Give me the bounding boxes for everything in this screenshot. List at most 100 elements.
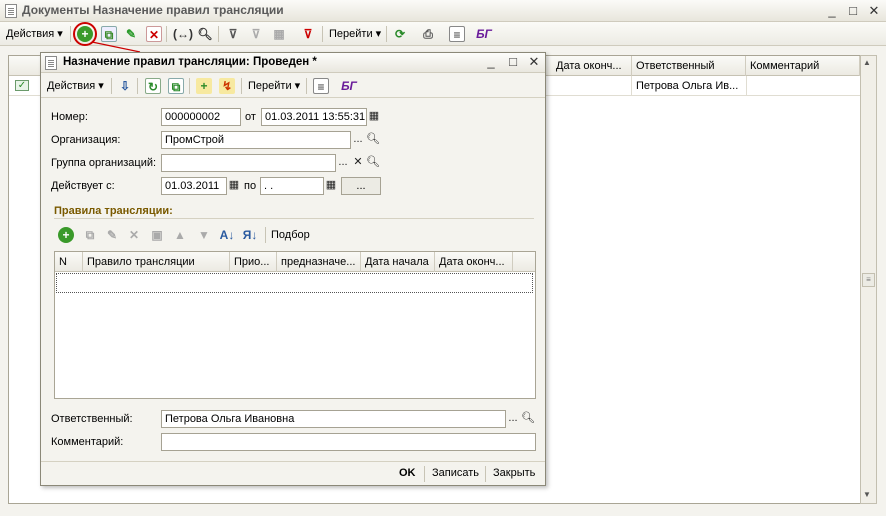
document-dialog: Назначение правил трансляции: Проведен *… [40,52,546,486]
rules-section-title: Правила трансляции: [54,205,173,217]
scroll-thumb[interactable]: ≡ [862,273,875,287]
column-header[interactable]: Дата оконч... [435,252,513,272]
find-icon[interactable]: 🔍︎ [197,26,213,42]
filter-icon[interactable]: ⊽ [225,26,241,42]
delete-row-icon[interactable]: ✕ [126,227,142,243]
close-button[interactable]: Закрыть [489,464,539,482]
column-header[interactable]: Дата начала [361,252,435,272]
close-icon[interactable]: ✕ [866,3,882,19]
brand-icon[interactable]: БГ [339,78,359,94]
table-cell-divider [746,76,747,96]
comment-field[interactable] [161,433,536,451]
move-down-icon[interactable]: ▼ [196,227,212,243]
filter-list-icon[interactable]: ▦ [271,26,287,42]
copy-doc-icon[interactable]: ⧉ [168,78,184,94]
maximize-icon[interactable]: □ [845,3,861,19]
column-header[interactable]: Прио... [230,252,277,272]
responsible-field[interactable]: Петрова Ольга Ивановна [161,410,506,428]
copy-row-icon[interactable]: ⧉ [82,227,98,243]
number-label: Номер: [51,111,88,123]
number-field[interactable]: 000000002 [161,108,241,126]
move-up-icon[interactable]: ▲ [172,227,188,243]
organization-field[interactable]: ПромСтрой [161,131,351,149]
refresh-icon[interactable]: ⟳ [392,26,408,42]
responsible-label: Ответственный: [51,413,133,425]
actions-menu[interactable]: Действия ▾ [6,27,63,40]
select-button[interactable]: ... [506,410,520,428]
table-cell: Петрова Ольга Ив... [636,80,739,92]
close-icon[interactable]: ✕ [526,54,542,70]
based-on-icon[interactable]: + [196,78,212,94]
organization-label: Организация: [51,134,121,146]
dialog-title: Назначение правил трансляции: Проведен * [63,56,317,68]
valid-to-field[interactable]: . . [260,177,324,195]
save-button[interactable]: Записать [428,464,483,482]
select-button[interactable]: ... [336,154,350,172]
period-button[interactable]: ... [341,177,381,195]
separator [306,78,307,94]
print-icon[interactable]: ⎙ [420,26,436,42]
separator [70,26,71,42]
dialog-actions-menu[interactable]: Действия ▾ [47,79,104,92]
divider [54,218,534,219]
org-group-label: Группа организаций: [51,157,157,169]
edit-row-icon[interactable]: ✎ [104,227,120,243]
structure-icon[interactable]: ↯ [219,78,235,94]
list-icon[interactable]: ≡ [313,78,329,94]
open-icon[interactable]: 🔍︎ [366,131,380,149]
post-icon[interactable]: ⇩ [117,78,133,94]
minimize-icon[interactable]: _ [483,54,499,70]
maximize-icon[interactable]: □ [505,54,521,70]
dialog-toolbar: Действия ▾ ⇩ ↻ ⧉ + ↯ Перейти ▾ ≡ БГ [41,74,545,98]
clear-filter-icon[interactable]: ⊽ [300,26,316,42]
column-header[interactable]: Правило трансляции [83,252,230,272]
filter-value-icon[interactable]: ⊽ [248,26,264,42]
column-header[interactable]: Комментарий [746,56,860,76]
column-header[interactable]: Ответственный [632,56,746,76]
brand-icon[interactable]: БГ [474,26,494,42]
add-row-icon[interactable]: + [58,227,74,243]
calendar-icon[interactable]: ▦ [367,108,381,126]
toggle-icon[interactable]: (↔) [173,26,193,42]
open-icon[interactable]: 🔍︎ [521,410,535,428]
rules-table: N Правило трансляции Прио... предназначе… [54,251,536,399]
goto-menu[interactable]: Перейти ▾ [329,27,381,40]
document-icon [5,4,17,18]
sort-desc-icon[interactable]: Я↓ [242,227,258,243]
scroll-down-icon[interactable]: ▼ [863,490,871,499]
column-header[interactable]: N [55,252,83,272]
column-header[interactable]: предназначе... [277,252,361,272]
table-cell [552,76,632,96]
date-field[interactable]: 01.03.2011 13:55:31 [261,108,367,126]
table-header: N Правило трансляции Прио... предназначе… [55,252,535,272]
select-button[interactable]: ... [351,131,365,149]
separator [189,78,190,94]
ok-button[interactable]: OK [395,464,420,482]
list-icon[interactable]: ≡ [449,26,465,42]
dialog-goto-menu[interactable]: Перейти ▾ [248,79,300,92]
reload-icon[interactable]: ↻ [145,78,161,94]
posted-doc-icon: ✓ [15,80,29,91]
table-row[interactable] [56,273,533,293]
from-label: от [245,111,256,123]
sort-asc-icon[interactable]: A↓ [219,227,235,243]
separator [322,26,323,42]
valid-from-field[interactable]: 01.03.2011 [161,177,227,195]
column-header[interactable]: Дата оконч... [552,56,632,76]
valid-from-label: Действует с: [51,180,115,192]
org-group-field[interactable] [161,154,336,172]
separator [265,227,266,243]
separator [424,466,425,482]
valid-to-label: по [244,180,257,192]
comment-label: Комментарий: [51,436,124,448]
calendar-icon[interactable]: ▦ [324,177,338,195]
clear-icon[interactable]: ✕ [351,154,365,172]
save-row-icon[interactable]: ▣ [149,227,165,243]
open-icon[interactable]: 🔍︎ [366,154,380,172]
vertical-scrollbar[interactable]: ▲ ≡ ▼ [860,55,877,504]
pick-button[interactable]: Подбор [271,229,310,241]
scroll-up-icon[interactable]: ▲ [863,58,871,67]
calendar-icon[interactable]: ▦ [227,177,241,195]
minimize-icon[interactable]: _ [824,3,840,19]
dialog-buttons: OK Записать Закрыть [41,461,545,485]
